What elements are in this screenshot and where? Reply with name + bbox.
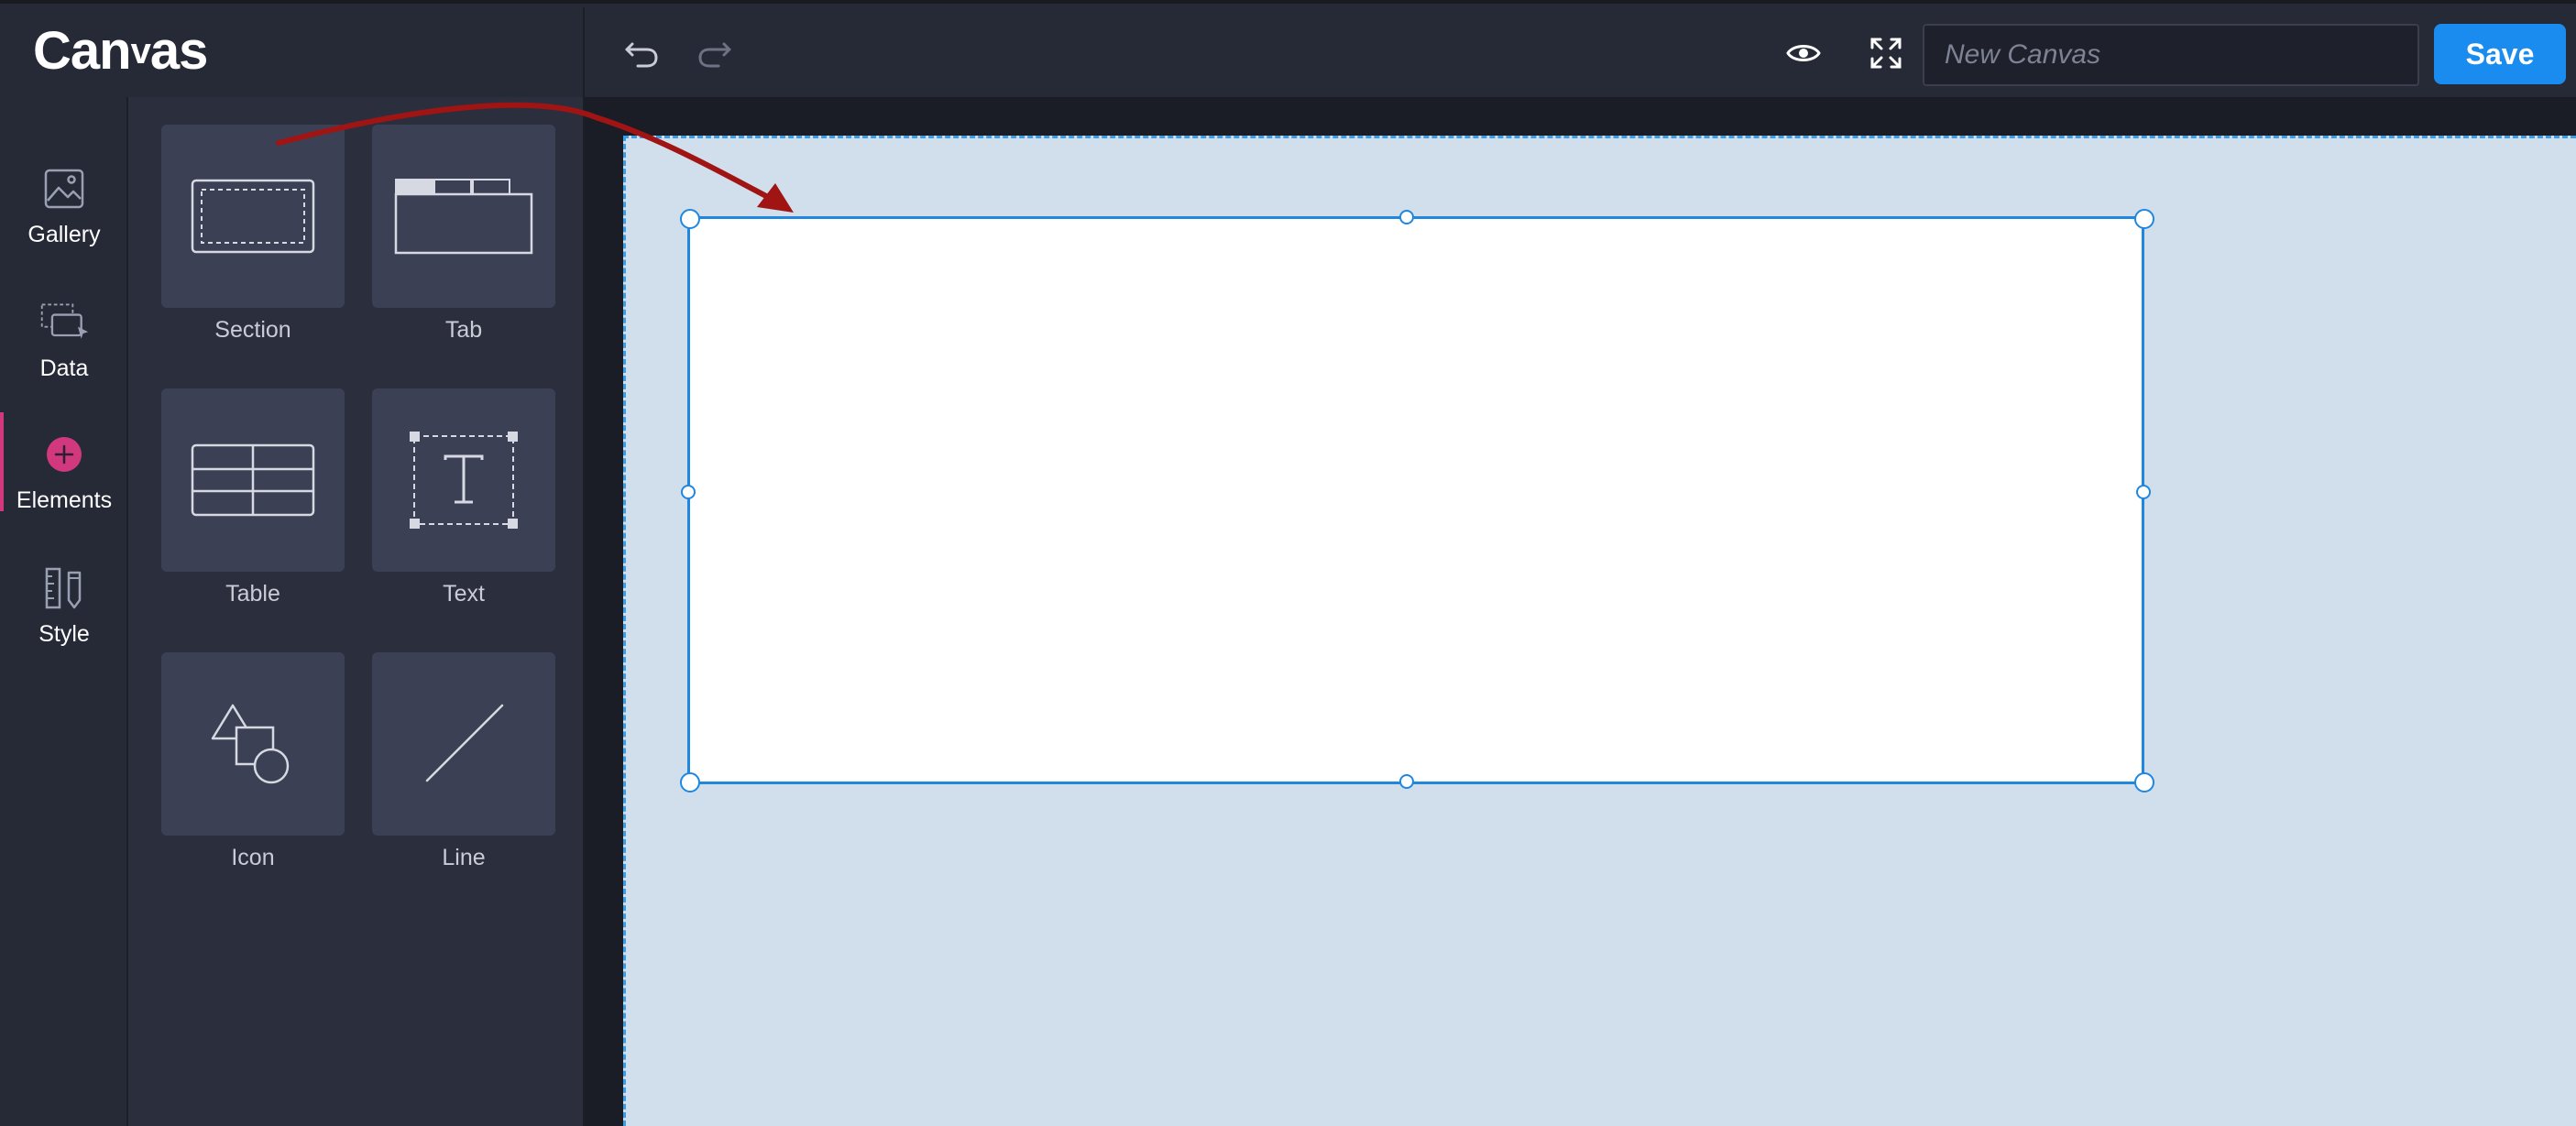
element-tile-line[interactable] [372, 652, 555, 836]
element-tile-tab[interactable] [372, 125, 555, 308]
image-icon [38, 163, 90, 214]
data-icon [38, 297, 90, 348]
rail-label: Style [38, 621, 90, 647]
text-icon [410, 432, 518, 529]
logo-text-v: v [130, 31, 151, 71]
logo-text-start: Can [33, 21, 132, 81]
rail-label: Data [39, 355, 89, 381]
plus-circle-icon [38, 429, 90, 480]
line-icon [425, 704, 504, 782]
rail-item-style[interactable]: Style [0, 542, 128, 661]
brand-area: Canvas [0, 7, 585, 101]
resize-handle-top-left[interactable] [680, 209, 700, 229]
preview-button[interactable] [1781, 31, 1825, 75]
shapes-icon [211, 704, 290, 784]
resize-handle-left[interactable] [681, 485, 696, 499]
element-tile-section[interactable] [161, 125, 345, 308]
top-toolbar: Canvas Save [0, 0, 2576, 101]
resize-handle-bottom-right[interactable] [2134, 772, 2154, 793]
tile-label-section: Section [214, 317, 291, 343]
rail-item-gallery[interactable]: Gallery [0, 143, 128, 262]
resize-handle-right[interactable] [2136, 485, 2151, 499]
logo-text-end: as [149, 21, 209, 81]
canvas-name-input[interactable] [1923, 24, 2419, 86]
selected-section-element[interactable] [687, 216, 2144, 784]
app-logo: Canvas [33, 20, 209, 82]
element-tile-table[interactable] [161, 388, 345, 572]
element-tile-text[interactable] [372, 388, 555, 572]
tile-label-table: Table [225, 581, 280, 607]
undo-icon [625, 42, 658, 68]
undo-button[interactable] [619, 31, 663, 75]
element-tile-icon[interactable] [161, 652, 345, 836]
tile-label-icon: Icon [231, 845, 275, 870]
table-icon [191, 443, 315, 517]
rail-item-elements[interactable]: Elements [0, 409, 128, 528]
tile-label-line: Line [442, 845, 486, 870]
expand-icon [1870, 38, 1902, 69]
resize-handle-bottom-left[interactable] [680, 772, 700, 793]
redo-button[interactable] [693, 31, 737, 75]
resize-handle-top-right[interactable] [2134, 209, 2154, 229]
tab-icon [394, 179, 533, 255]
eye-icon [1786, 45, 1821, 61]
rail-label: Elements [16, 487, 113, 513]
rail-item-data[interactable]: Data [0, 277, 128, 396]
section-icon [191, 179, 315, 254]
rail-label: Gallery [27, 222, 101, 247]
left-rail: Gallery Data Elements Style [0, 97, 128, 1126]
tile-label-tab: Tab [444, 317, 483, 343]
resize-handle-bottom[interactable] [1399, 774, 1414, 789]
save-button[interactable]: Save [2434, 24, 2566, 84]
ruler-pencil-icon [38, 563, 90, 614]
redo-icon [698, 42, 731, 68]
tile-label-text: Text [443, 581, 485, 607]
resize-handle-top[interactable] [1399, 210, 1414, 224]
fullscreen-button[interactable] [1864, 31, 1908, 75]
